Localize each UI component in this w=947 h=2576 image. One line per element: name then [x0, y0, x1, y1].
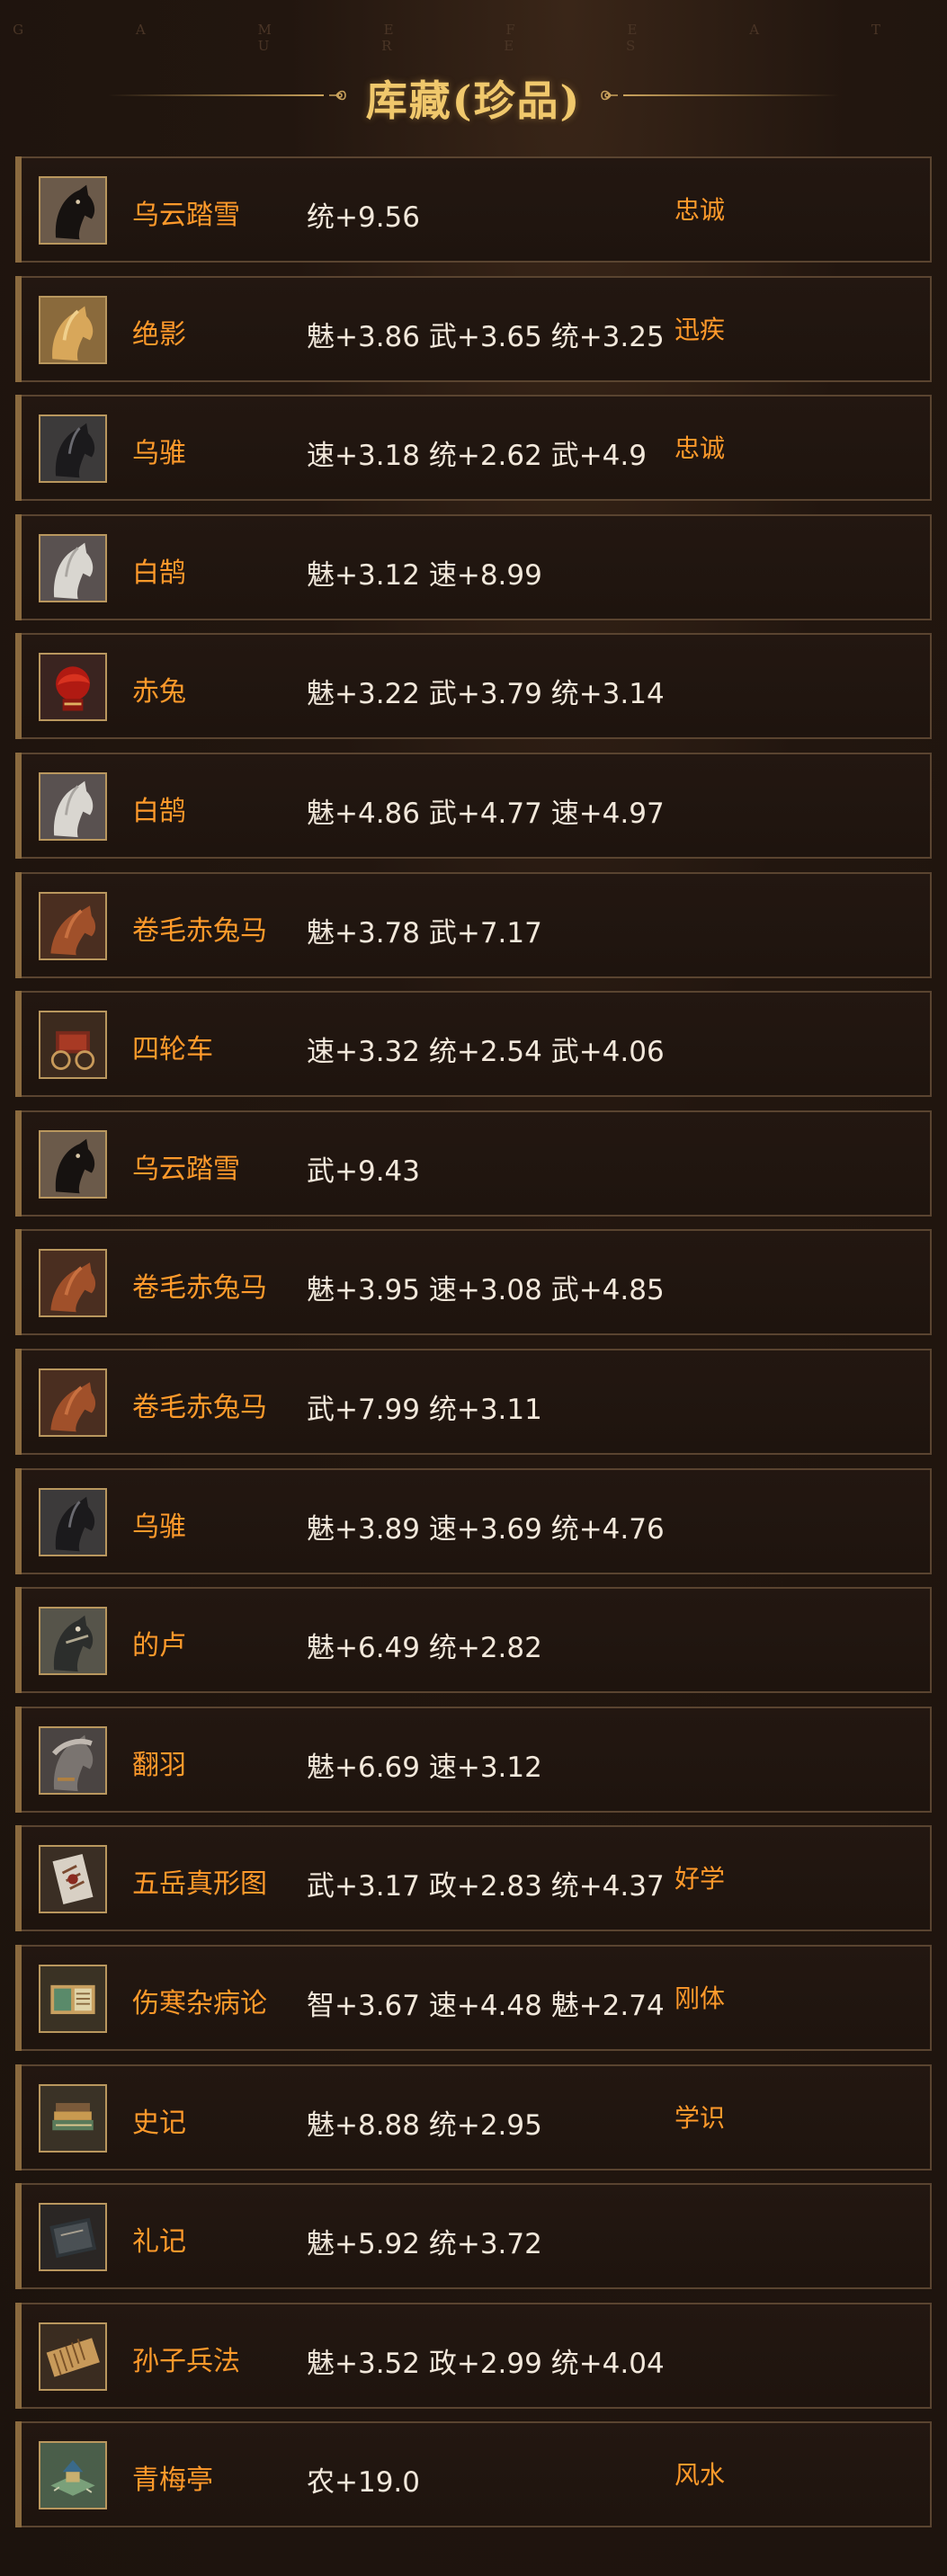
item-stats: 农+19.0 [307, 2466, 420, 2500]
list-item: 乌骓 魅+3.89 速+3.69 统+4.76 [15, 1467, 932, 1574]
item-name: 卷毛赤兔马 [132, 914, 267, 947]
item-stats: 武+7.99 统+3.11 [307, 1393, 542, 1426]
list-item: 孙子兵法 魅+3.52 政+2.99 统+4.04 [15, 2302, 932, 2409]
item-name: 翻羽 [132, 1749, 186, 1781]
book-icon [39, 1964, 107, 2033]
list-item: 翻羽 魅+6.69 速+3.12 [15, 1706, 932, 1813]
item-stats: 魅+4.86 武+4.77 速+4.97 [307, 797, 665, 830]
item-stats: 魅+8.88 统+2.95 [307, 2108, 542, 2142]
item-stats: 魅+6.49 统+2.82 [307, 1632, 542, 1665]
item-stats: 魅+3.78 武+7.17 [307, 916, 542, 949]
item-trait: 迅疾 [675, 314, 726, 344]
item-stats: 统+9.56 [307, 201, 420, 234]
item-stats: 智+3.67 速+4.48 魅+2.74 [307, 1989, 665, 2022]
list-item: 卷毛赤兔马 武+7.99 统+3.11 [15, 1348, 932, 1455]
list-item: 四轮车 速+3.32 统+2.54 武+4.06 [15, 991, 932, 1098]
list-item: 青梅亭 农+19.0 风水 [15, 2421, 932, 2528]
red-horse-icon [39, 653, 107, 722]
pavilion-icon [39, 2441, 107, 2510]
item-stats: 魅+3.22 武+3.79 统+3.14 [307, 678, 665, 711]
ornament-right-icon [601, 90, 618, 101]
list-item: 伤寒杂病论 智+3.67 速+4.48 魅+2.74 刚体 [15, 1944, 932, 2051]
item-stats: 魅+3.52 政+2.99 统+4.04 [307, 2347, 665, 2380]
page-header: G A M E F E A T U R E S 库藏(珍品) [0, 0, 947, 153]
item-name: 卷毛赤兔马 [132, 1391, 267, 1423]
ornament-left-icon [329, 90, 346, 101]
list-item: 五岳真形图 武+3.17 政+2.83 统+4.37 好学 [15, 1825, 932, 1932]
black-horse-icon [39, 176, 107, 245]
list-item: 史记 魅+8.88 统+2.95 学识 [15, 2063, 932, 2170]
golden-horse-icon [39, 295, 107, 364]
scroll-map-icon [39, 1845, 107, 1914]
list-item: 的卢 魅+6.49 统+2.82 [15, 1587, 932, 1694]
item-trait: 好学 [675, 1864, 726, 1894]
book-stack-icon [39, 2083, 107, 2153]
title-divider-right [623, 94, 839, 96]
list-item: 绝影 魅+3.86 武+3.65 统+3.25 迅疾 [15, 275, 932, 382]
item-name: 青梅亭 [132, 2465, 213, 2497]
item-name: 赤兔 [132, 676, 186, 709]
treasure-list: 乌云踏雪 统+9.56 忠诚 绝影 魅+3.86 武+3.65 统+3.25 迅疾 乌骓 速+… [15, 156, 932, 2541]
bamboo-scroll-icon [39, 2322, 107, 2391]
list-item: 卷毛赤兔马 魅+3.95 速+3.08 武+4.85 [15, 1229, 932, 1336]
item-trait: 学识 [675, 2102, 726, 2133]
page-title: 库藏(珍品) [365, 76, 582, 125]
item-stats: 魅+3.12 速+8.99 [307, 558, 542, 592]
brown-horse-icon [39, 1249, 107, 1318]
item-name: 四轮车 [132, 1034, 213, 1066]
item-stats: 魅+3.89 速+3.69 统+4.76 [307, 1512, 665, 1546]
item-name: 乌骓 [132, 1511, 186, 1543]
item-stats: 武+9.43 [307, 1154, 420, 1188]
item-stats: 魅+6.69 速+3.12 [307, 1751, 542, 1784]
item-name: 白鹄 [132, 795, 186, 827]
item-name: 白鹄 [132, 557, 186, 589]
item-stats: 魅+5.92 统+3.72 [307, 2228, 542, 2261]
item-name: 五岳真形图 [132, 1868, 267, 1901]
header-subtitle: G A M E F E A T U R E S [13, 22, 934, 54]
white-horse-icon [39, 533, 107, 602]
brown-horse-icon [39, 891, 107, 960]
item-name: 卷毛赤兔马 [132, 1272, 267, 1305]
item-name: 的卢 [132, 1630, 186, 1662]
list-item: 白鹄 魅+4.86 武+4.77 速+4.97 [15, 752, 932, 859]
item-name: 乌骓 [132, 438, 186, 470]
armored-horse-icon [39, 1725, 107, 1795]
dark-horse-icon [39, 414, 107, 484]
item-trait: 风水 [675, 2460, 726, 2491]
item-name: 礼记 [132, 2226, 186, 2259]
item-trait: 刚体 [675, 1983, 726, 2013]
list-item: 礼记 魅+5.92 统+3.72 [15, 2183, 932, 2290]
brown-horse-icon [39, 1368, 107, 1437]
list-item: 乌骓 速+3.18 统+2.62 武+4.9 忠诚 [15, 395, 932, 502]
item-trait: 忠诚 [675, 195, 726, 225]
title-banner: 库藏(珍品) [0, 63, 947, 126]
item-trait: 忠诚 [675, 433, 726, 464]
dark-book-icon [39, 2203, 107, 2272]
list-item: 乌云踏雪 统+9.56 忠诚 [15, 156, 932, 263]
item-stats: 武+3.17 政+2.83 统+4.37 [307, 1870, 665, 1903]
list-item: 卷毛赤兔马 魅+3.78 武+7.17 [15, 871, 932, 978]
item-name: 史记 [132, 2107, 186, 2139]
item-stats: 魅+3.95 速+3.08 武+4.85 [307, 1274, 665, 1307]
item-name: 伤寒杂病论 [132, 1987, 267, 2019]
white-horse-icon [39, 771, 107, 841]
item-name: 乌云踏雪 [132, 1153, 240, 1185]
title-divider-left [108, 94, 324, 96]
cart-icon [39, 1011, 107, 1080]
list-item: 赤兔 魅+3.22 武+3.79 统+3.14 [15, 633, 932, 740]
list-item: 白鹄 魅+3.12 速+8.99 [15, 513, 932, 620]
list-item: 乌云踏雪 武+9.43 [15, 1110, 932, 1217]
black-horse-icon [39, 1129, 107, 1199]
gray-horse-icon [39, 1607, 107, 1676]
dark-horse-icon [39, 1487, 107, 1556]
item-stats: 速+3.18 统+2.62 武+4.9 [307, 440, 647, 473]
item-name: 绝影 [132, 318, 186, 351]
item-stats: 速+3.32 统+2.54 武+4.06 [307, 1036, 665, 1069]
item-name: 孙子兵法 [132, 2345, 240, 2377]
item-stats: 魅+3.86 武+3.65 统+3.25 [307, 320, 665, 353]
item-name: 乌云踏雪 [132, 200, 240, 231]
